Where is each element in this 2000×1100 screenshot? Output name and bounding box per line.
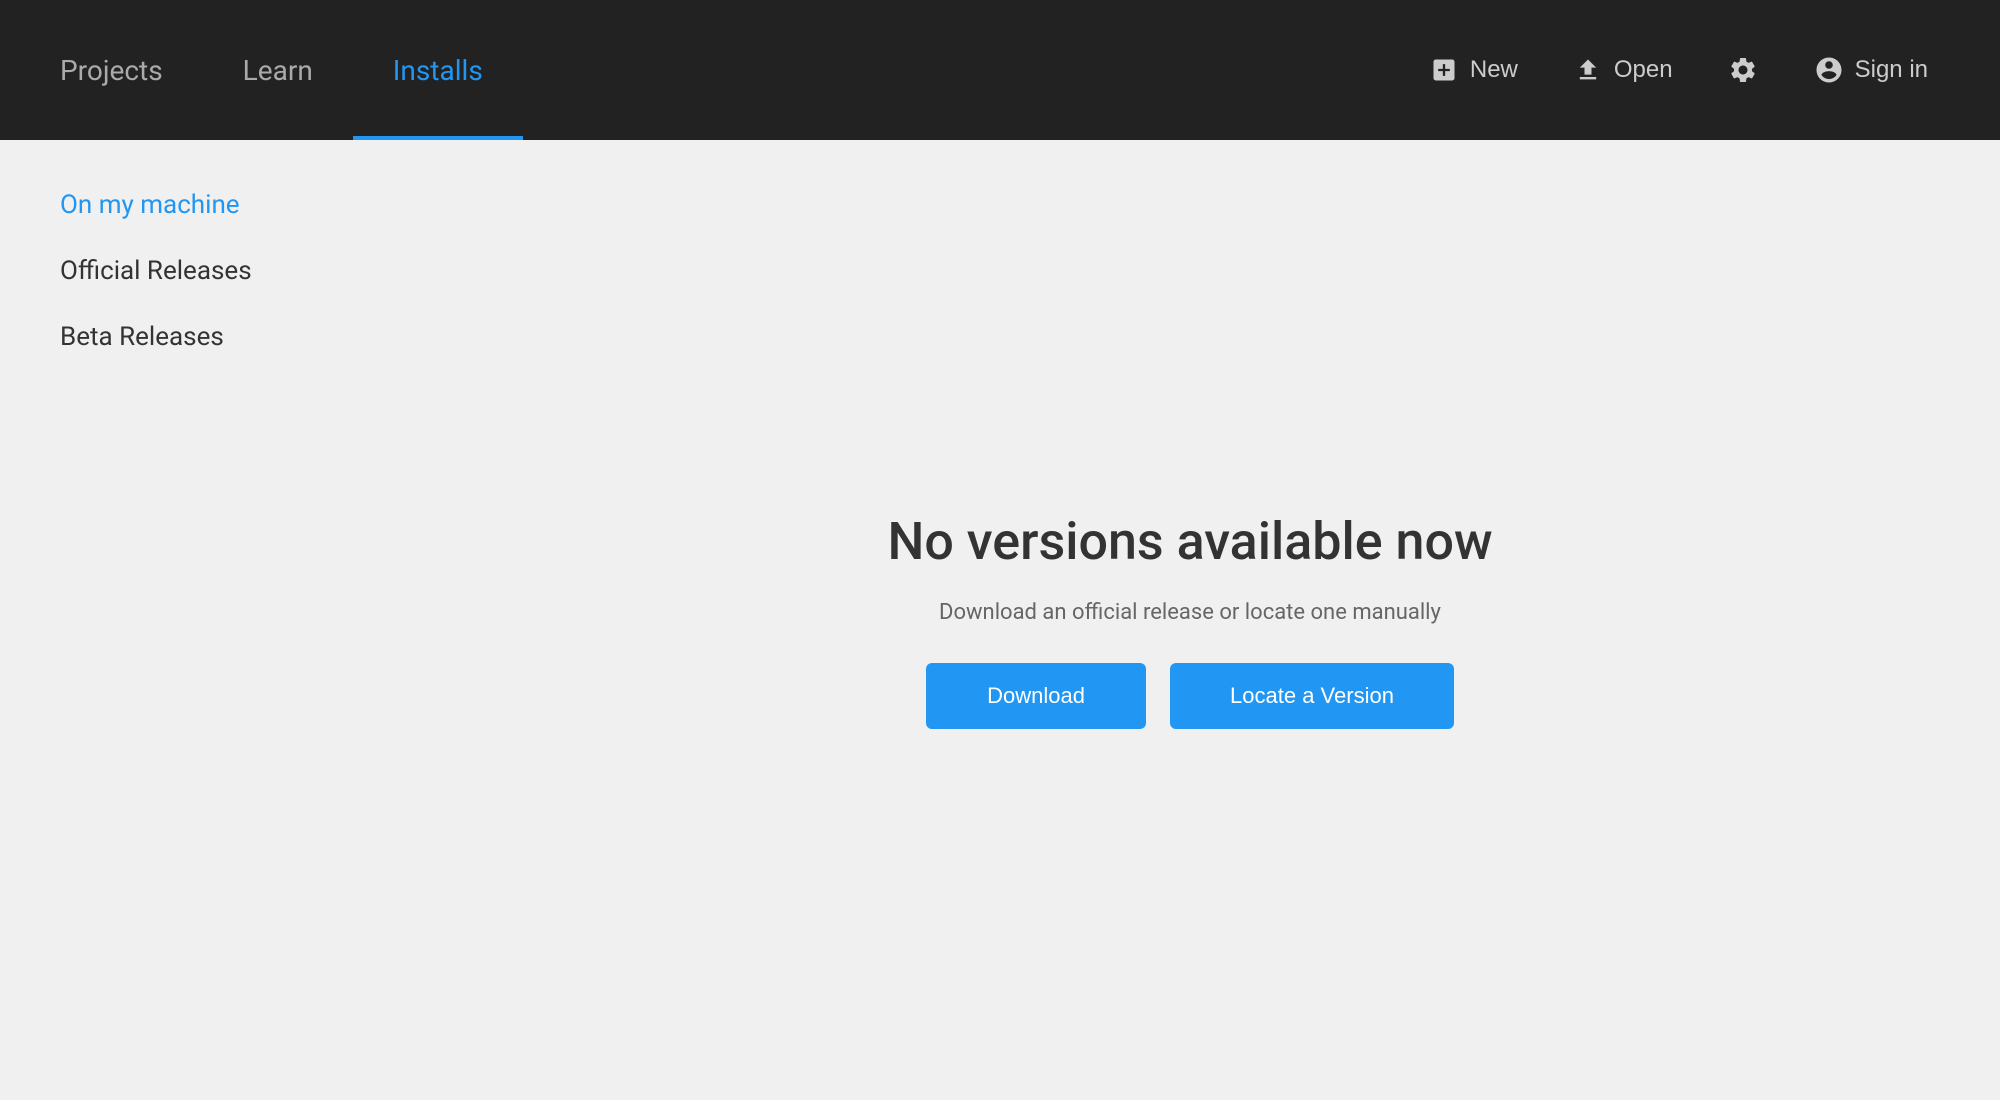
account-icon — [1813, 54, 1845, 86]
sidebar-item-official-releases[interactable]: Official Releases — [60, 256, 320, 286]
settings-button[interactable] — [1715, 46, 1771, 94]
empty-subtitle: Download an official release or locate o… — [939, 600, 1441, 625]
open-icon — [1572, 54, 1604, 86]
header: Projects Learn Installs New Open — [0, 0, 2000, 140]
content: On my machine Official Releases Beta Rel… — [0, 140, 2000, 1100]
nav-projects[interactable]: Projects — [60, 0, 203, 140]
signin-button[interactable]: Sign in — [1801, 46, 1940, 94]
nav: Projects Learn Installs — [60, 0, 1416, 140]
gear-icon — [1727, 54, 1759, 86]
sidebar: On my machine Official Releases Beta Rel… — [0, 140, 380, 1100]
new-label: New — [1470, 56, 1518, 84]
empty-title: No versions available now — [887, 511, 1492, 572]
empty-actions: Download Locate a Version — [926, 663, 1454, 729]
main-content: No versions available now Download an of… — [380, 140, 2000, 1100]
sidebar-item-on-my-machine[interactable]: On my machine — [60, 190, 320, 220]
signin-label: Sign in — [1855, 56, 1928, 84]
nav-installs[interactable]: Installs — [353, 0, 523, 140]
new-icon — [1428, 54, 1460, 86]
sidebar-item-beta-releases[interactable]: Beta Releases — [60, 322, 320, 352]
open-button[interactable]: Open — [1560, 46, 1685, 94]
nav-learn[interactable]: Learn — [203, 0, 353, 140]
header-actions: New Open Sign in — [1416, 46, 1940, 94]
download-button[interactable]: Download — [926, 663, 1146, 729]
open-label: Open — [1614, 56, 1673, 84]
empty-state: No versions available now Download an of… — [887, 511, 1492, 729]
locate-version-button[interactable]: Locate a Version — [1170, 663, 1454, 729]
new-button[interactable]: New — [1416, 46, 1530, 94]
